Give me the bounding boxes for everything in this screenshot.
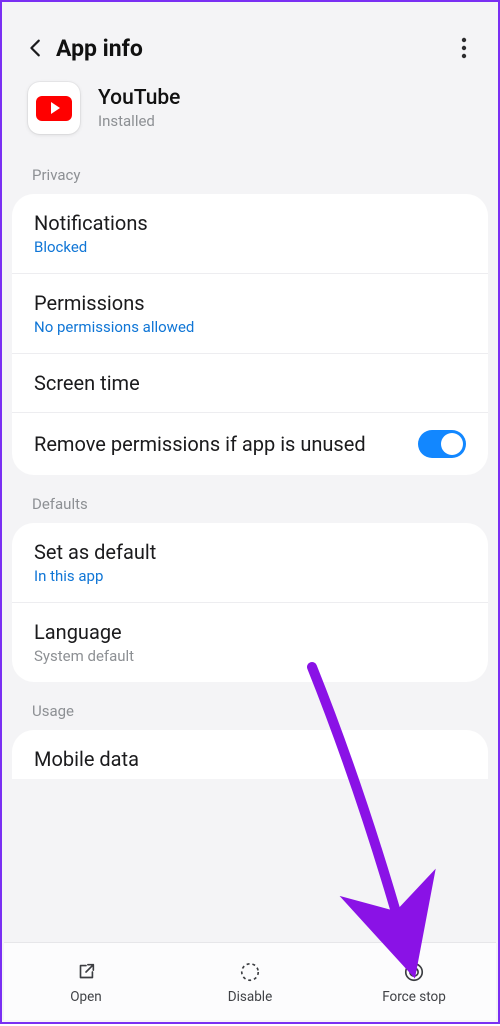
set-as-default-row[interactable]: Set as default In this app xyxy=(12,523,488,603)
language-sub: System default xyxy=(34,647,466,665)
screentime-row[interactable]: Screen time xyxy=(12,354,488,413)
privacy-card: Notifications Blocked Permissions No per… xyxy=(12,194,488,475)
mobile-data-label: Mobile data xyxy=(34,747,466,771)
bottom-action-bar: Open Disable Force stop xyxy=(4,942,496,1020)
section-header-usage: Usage xyxy=(10,682,490,730)
back-button[interactable] xyxy=(22,34,50,62)
app-name: YouTube xyxy=(98,86,180,110)
permissions-label: Permissions xyxy=(34,291,466,315)
chevron-left-icon xyxy=(25,37,47,59)
more-options-button[interactable] xyxy=(450,28,478,68)
dashed-circle-icon xyxy=(237,959,263,985)
mobile-data-row[interactable]: Mobile data xyxy=(12,730,488,779)
remove-permissions-row[interactable]: Remove permissions if app is unused xyxy=(12,413,488,475)
set-as-default-sub: In this app xyxy=(34,567,466,585)
remove-permissions-toggle[interactable] xyxy=(418,430,466,458)
notifications-sub: Blocked xyxy=(34,238,466,256)
header-bar: App info xyxy=(10,10,490,78)
remove-permissions-label: Remove permissions if app is unused xyxy=(34,431,404,457)
notifications-label: Notifications xyxy=(34,211,466,235)
disable-label: Disable xyxy=(228,989,272,1005)
section-header-defaults: Defaults xyxy=(10,475,490,523)
usage-card: Mobile data xyxy=(12,730,488,779)
open-button[interactable]: Open xyxy=(4,943,168,1020)
language-row[interactable]: Language System default xyxy=(12,603,488,682)
set-as-default-label: Set as default xyxy=(34,540,466,564)
permissions-row[interactable]: Permissions No permissions allowed xyxy=(12,274,488,354)
screentime-label: Screen time xyxy=(34,371,466,395)
app-identity-row: YouTube Installed xyxy=(10,78,490,156)
prohibit-icon xyxy=(401,959,427,985)
youtube-app-icon xyxy=(28,82,80,134)
more-vertical-icon xyxy=(461,37,467,59)
section-header-privacy: Privacy xyxy=(10,156,490,194)
youtube-play-icon xyxy=(36,96,72,121)
notifications-row[interactable]: Notifications Blocked xyxy=(12,194,488,274)
disable-button[interactable]: Disable xyxy=(168,943,332,1020)
permissions-sub: No permissions allowed xyxy=(34,318,466,336)
app-install-status: Installed xyxy=(98,112,180,130)
force-stop-button[interactable]: Force stop xyxy=(332,943,496,1020)
open-external-icon xyxy=(73,959,99,985)
open-label: Open xyxy=(70,989,101,1005)
force-stop-label: Force stop xyxy=(382,989,446,1005)
page-title: App info xyxy=(56,35,143,62)
defaults-card: Set as default In this app Language Syst… xyxy=(12,523,488,682)
language-label: Language xyxy=(34,620,466,644)
